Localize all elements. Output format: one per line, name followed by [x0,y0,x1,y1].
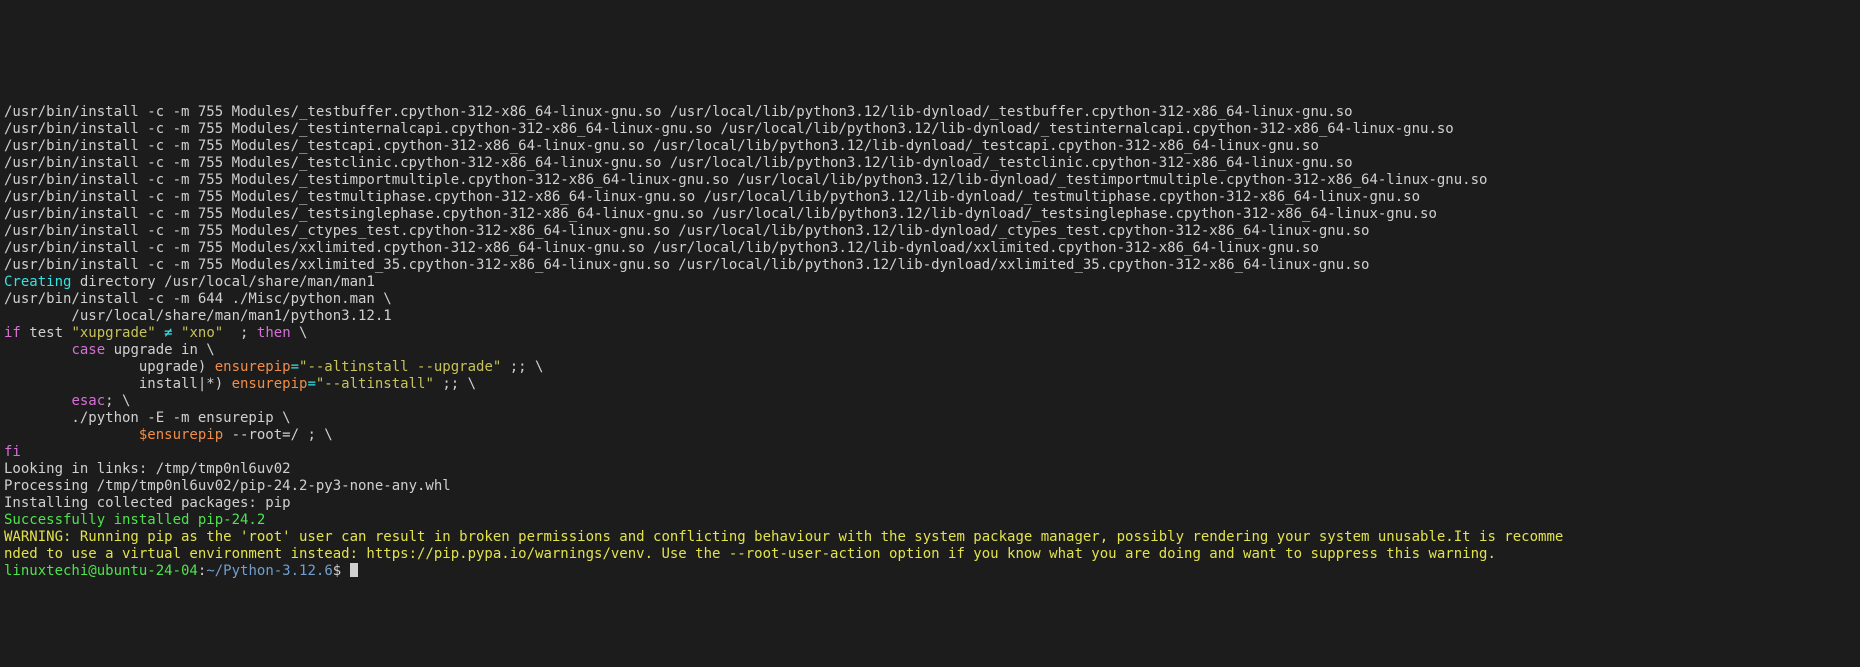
install-line: /usr/bin/install -c -m 755 Modules/_ctyp… [4,223,1369,239]
install-line: /usr/bin/install -c -m 755 Modules/_test… [4,121,1454,137]
fi-line: fi [4,444,21,460]
shell-prompt[interactable]: linuxtechi@ubuntu-24-04:~/Python-3.12.6$ [4,563,358,579]
python-exec-line: ./python -E -m ensurepip \ [4,410,291,426]
installing-line: Installing collected packages: pip [4,495,291,511]
install-man-line: /usr/bin/install -c -m 644 ./Misc/python… [4,291,392,307]
warning-line-2: nded to use a virtual environment instea… [4,546,1496,562]
cursor-icon [350,563,358,577]
processing-line: Processing /tmp/tmp0nl6uv02/pip-24.2-py3… [4,478,451,494]
prompt-user-host: linuxtechi@ubuntu-24-04 [4,563,198,579]
upgrade-case-line: upgrade) ensurepip="--altinstall --upgra… [4,359,543,375]
install-line: /usr/bin/install -c -m 755 Modules/_test… [4,189,1420,205]
case-line: case upgrade in \ [4,342,215,358]
creating-line: Creating directory /usr/local/share/man/… [4,274,375,290]
install-line: /usr/bin/install -c -m 755 Modules/xxlim… [4,240,1319,256]
success-line: Successfully installed pip-24.2 [4,512,265,528]
install-man-line2: /usr/local/share/man/man1/python3.12.1 [4,308,392,324]
install-line: /usr/bin/install -c -m 755 Modules/_test… [4,206,1437,222]
install-line: /usr/bin/install -c -m 755 Modules/xxlim… [4,257,1369,273]
ensurepip-line: $ensurepip --root=/ ; \ [4,427,333,443]
prompt-cwd: ~/Python-3.12.6 [206,563,332,579]
warning-line-1: WARNING: Running pip as the 'root' user … [4,529,1563,545]
if-line: if test "xupgrade" ≠ "xno" ; then \ [4,325,307,341]
install-line: /usr/bin/install -c -m 755 Modules/_test… [4,138,1319,154]
install-line: /usr/bin/install -c -m 755 Modules/_test… [4,104,1353,120]
esac-line: esac; \ [4,393,130,409]
install-line: /usr/bin/install -c -m 755 Modules/_test… [4,172,1487,188]
creating-word: Creating [4,274,71,290]
looking-line: Looking in links: /tmp/tmp0nl6uv02 [4,461,291,477]
install-case-line: install|*) ensurepip="--altinstall" ;; \ [4,376,476,392]
install-line: /usr/bin/install -c -m 755 Modules/_test… [4,155,1353,171]
terminal-output[interactable]: /usr/bin/install -c -m 755 Modules/_test… [0,85,1860,582]
